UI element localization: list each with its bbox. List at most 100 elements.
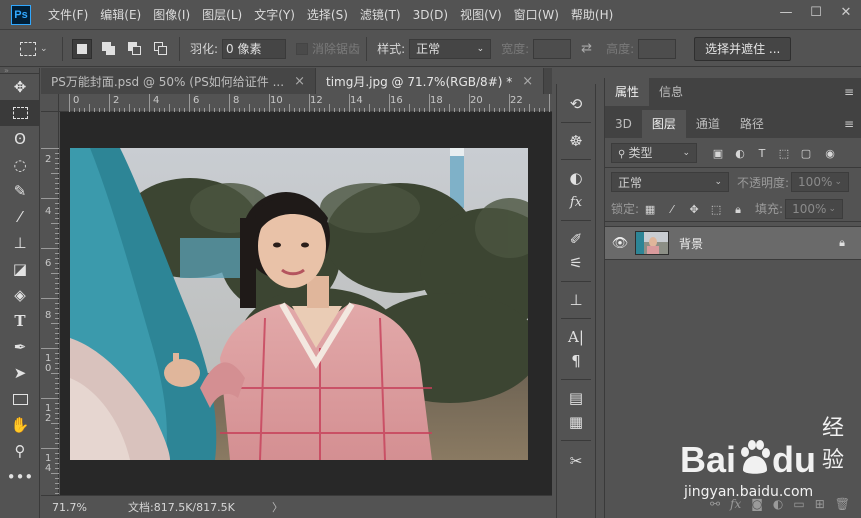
eraser-tool[interactable]: ◪ [0,256,40,282]
maximize-button[interactable]: ☐ [801,0,831,24]
ruler-vertical[interactable]: 2 4 6 8 1 0 1 2 1 4 [41,112,59,495]
smart-object-filter-icon[interactable]: ▢ [799,147,813,160]
notes-button[interactable]: ▦ [557,410,595,434]
more-tools[interactable]: ••• [0,464,40,490]
quick-selection-icon: ◌ [13,156,27,174]
zoom-tool[interactable]: ⚲ [0,438,40,464]
close-icon[interactable]: × [522,74,533,89]
intersect-selection-button[interactable] [150,39,170,59]
marquee-tool[interactable] [0,100,40,126]
zoom-level[interactable]: 71.7% [52,501,120,514]
menu-layer[interactable]: 图层(L) [196,0,248,30]
tab-timg[interactable]: timg月.jpg @ 71.7%(RGB/8#) * × [315,68,545,94]
clone-source-button[interactable]: ⊥ [557,288,595,312]
image-filter-icon[interactable]: ▣ [711,147,725,160]
menu-file[interactable]: 文件(F) [42,0,94,30]
ellipsis-icon: ••• [6,468,34,486]
filter-kind-select[interactable]: ⚲ 类型 ⌄ [611,142,697,163]
tools-button[interactable]: ✂ [557,449,595,473]
eyedropper-tool[interactable]: ✎ [0,178,40,204]
tab-channels[interactable]: 通道 [686,110,730,138]
menu-3d[interactable]: 3D(D) [407,0,454,30]
lock-position-icon[interactable]: ✥ [687,203,701,216]
hand-tool[interactable]: ✋ [0,412,40,438]
tab-info[interactable]: 信息 [649,78,693,106]
ruler-label: 1 4 [45,453,52,474]
style-select[interactable]: 正常 ⌄ [409,38,492,59]
fill-input[interactable]: 100% ⌄ [785,198,844,219]
brushes-button[interactable]: ⚟ [557,251,595,275]
dock-grip[interactable] [557,84,595,90]
menu-select[interactable]: 选择(S) [301,0,354,30]
tab-paths[interactable]: 路径 [730,110,774,138]
tool-preset-picker[interactable]: ⌄ [20,41,56,56]
menu-filter[interactable]: 滤镜(T) [354,0,407,30]
character-button[interactable]: A| [557,325,595,349]
paint-bucket-tool[interactable]: ◈ [0,282,40,308]
width-input[interactable] [533,38,572,59]
move-tool[interactable]: ✥ [0,74,40,100]
antialias-checkbox[interactable]: 消除锯齿 [296,40,360,57]
minimize-button[interactable]: — [771,0,801,24]
type-tool[interactable]: T [0,308,40,334]
lock-icon: 🔒︎ [839,236,845,249]
libraries-button[interactable]: ▤ [557,386,595,410]
menu-type[interactable]: 文字(Y) [248,0,301,30]
tab-ps-cover[interactable]: PS万能封面.psd @ 50% (PS如何给证件 ... × [41,68,316,94]
stamp-tool[interactable]: ⊥ [0,230,40,256]
status-menu-arrow[interactable]: 〉 [272,499,283,515]
type-filter-icon[interactable]: T [755,147,769,160]
history-button[interactable]: ⟲ [557,92,595,116]
eye-icon[interactable]: 👁︎ [605,236,635,251]
menu-bar: Ps 文件(F) 编辑(E) 图像(I) 图层(L) 文字(Y) 选择(S) 滤… [0,0,861,30]
tab-label: PS万能封面.psd @ 50% (PS如何给证件 ... [51,74,285,89]
feather-input[interactable]: 0 像素 [222,38,287,59]
shape-filter-icon[interactable]: ⬚ [777,147,791,160]
lock-pixels-icon[interactable]: ⁄ [665,203,679,216]
height-input[interactable] [638,38,677,59]
document-image[interactable] [70,148,528,460]
ruler-horizontal[interactable]: 0 2 4 6 8 10 12 14 16 18 20 22 [41,94,552,112]
menu-image[interactable]: 图像(I) [147,0,196,30]
sliders-icon: ⚟ [569,254,583,272]
lasso-tool[interactable]: ʘ [0,126,40,152]
lock-artboard-icon[interactable]: ⬚ [709,203,723,216]
tab-layers[interactable]: 图层 [641,110,686,138]
swap-icon[interactable]: ⇄ [581,41,592,56]
adjustment-filter-icon[interactable]: ◐ [733,147,747,160]
new-selection-button[interactable] [72,38,92,59]
rectangle-tool[interactable] [0,386,40,412]
add-selection-button[interactable] [98,39,118,59]
photo-woman-in-park [70,148,528,460]
adjustments-button[interactable]: ◐ [557,166,595,190]
navigator-button[interactable]: ☸ [557,129,595,153]
lock-transparency-icon[interactable]: ▦ [643,203,657,216]
panel-menu-icon[interactable]: ≡ [837,78,861,106]
tab-3d[interactable]: 3D [605,110,642,138]
menu-window[interactable]: 窗口(W) [508,0,565,30]
close-button[interactable]: ✕ [831,0,861,24]
character-icon: A| [568,328,584,346]
select-and-mask-button[interactable]: 选择并遮住 ... [694,36,792,61]
menu-view[interactable]: 视图(V) [454,0,508,30]
close-icon[interactable]: × [294,74,305,89]
styles-button[interactable]: fx [557,190,595,214]
paragraph-button[interactable]: ¶ [557,349,595,373]
pen-tool[interactable]: ✒ [0,334,40,360]
path-selection-tool[interactable]: ➤ [0,360,40,386]
brush-settings-button[interactable]: ✐ [557,227,595,251]
filter-toggle-icon[interactable]: ◉ [823,147,837,160]
menu-edit[interactable]: 编辑(E) [94,0,147,30]
ruler-origin[interactable] [41,94,59,112]
separator [561,318,591,319]
panel-menu-icon[interactable]: ≡ [837,110,861,138]
tab-properties[interactable]: 属性 [605,78,650,106]
quick-selection-tool[interactable]: ◌ [0,152,40,178]
brush-tool[interactable]: ⁄ [0,204,40,230]
lock-all-icon[interactable]: 🔒︎ [731,203,745,216]
opacity-input[interactable]: 100% ⌄ [791,172,850,192]
menu-help[interactable]: 帮助(H) [565,0,619,30]
subtract-selection-button[interactable] [124,39,144,59]
blend-mode-select[interactable]: 正常 ⌄ [611,172,729,192]
layer-row-background[interactable]: 👁︎ 背景 🔒︎ [605,226,861,260]
